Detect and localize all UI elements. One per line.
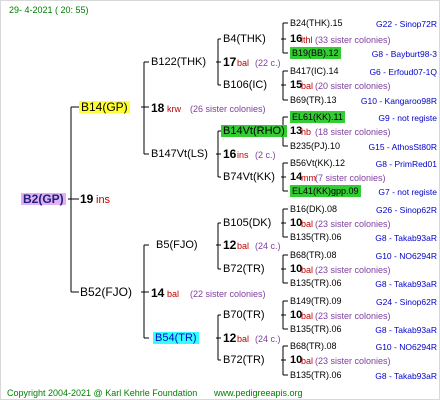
queen-root[interactable]: B2(GP) [21, 193, 66, 205]
gen4-b4[interactable]: B4(THK) [223, 33, 266, 45]
gen3-b54[interactable]: B54(TR) [153, 332, 199, 344]
gen4-b105[interactable]: B105(DK) [223, 217, 271, 229]
gen5-id[interactable]: G8 - PrimRed01 [376, 158, 437, 170]
gen5-id[interactable]: G10 - NO6294R [376, 250, 437, 262]
gen5-id[interactable]: G9 - not registe [378, 112, 437, 124]
gen5-queen[interactable]: B135(TR).06 [290, 323, 342, 335]
pedigree-frame: 29- 4-2021 ( 20: 55) B2(GP) 19 ins B14(G… [0, 0, 440, 400]
gen4g-breeder: bal [301, 311, 314, 321]
gen4-b70[interactable]: B70(TR) [223, 309, 265, 321]
gen3a-year: 17 [223, 55, 237, 69]
root-year: 19 [80, 192, 94, 206]
gen4b-breeder: bal [301, 81, 314, 91]
gen5-id[interactable]: G8 - Takab93aR [375, 232, 437, 244]
gen5-queen[interactable]: B68(TR).08 [290, 249, 337, 261]
gen4c-sisters: (18 sister colonies) [315, 127, 391, 137]
gen5-queen[interactable]: EL61(KK).11 [290, 111, 345, 123]
gen4c-breeder: hb [301, 127, 312, 137]
gen3d-year: 12 [223, 331, 237, 345]
gen4e-breeder: bal [301, 219, 314, 229]
gen4d-breeder: mm [301, 173, 316, 183]
gen4f-breeder: bal [301, 265, 314, 275]
gen4-b14vt[interactable]: B14Vt(RHO) [221, 125, 287, 137]
gen5-id[interactable]: G8 - Bayburt98-3 [372, 48, 437, 60]
root-breeder: ins [96, 194, 111, 206]
gen4d-sisters: (7 sister colonies) [315, 173, 386, 183]
gen4g-sisters: (23 sister colonies) [315, 311, 391, 321]
gen5-id[interactable]: G8 - Takab93aR [375, 278, 437, 290]
gen5-queen[interactable]: B235(PJ).10 [290, 140, 340, 152]
footer-copyright: Copyright 2004-2021 @ Karl Kehrle Founda… [7, 388, 198, 398]
gen2-mother-queen[interactable]: B52(FJO) [80, 286, 132, 298]
header-date: 29- 4-2021 ( 20: 55) [9, 5, 89, 15]
gen4-b106[interactable]: B106(IC) [223, 79, 267, 91]
gen3d-sisters: (24 c.) [255, 334, 281, 344]
gen3-b122[interactable]: B122(THK) [151, 56, 206, 68]
gen4-b74vt[interactable]: B74Vt(KK) [223, 171, 275, 183]
gen3b-breeder: ins [237, 150, 249, 160]
gen5-queen[interactable]: B69(TR).13 [290, 94, 337, 106]
gen3-b5[interactable]: B5(FJO) [156, 239, 198, 251]
gen5-id[interactable]: G8 - Takab93aR [375, 324, 437, 336]
gen5-id[interactable]: G10 - NO6294R [376, 341, 437, 353]
pedigree-lines [68, 22, 288, 376]
gen2a-sisters: (26 sister colonies) [190, 104, 266, 114]
gen3a-sisters: (22 c.) [255, 58, 281, 68]
gen5-id[interactable]: G7 - not registe [378, 186, 437, 198]
gen3c-breeder: bal [237, 241, 250, 251]
gen5-queen[interactable]: B149(TR).09 [290, 295, 342, 307]
gen4a-sisters: (33 sister colonies) [315, 35, 391, 45]
gen5-queen[interactable]: B135(TR).06 [290, 231, 342, 243]
gen3b-year: 16 [223, 147, 237, 161]
gen2b-sisters: (22 sister colonies) [190, 289, 266, 299]
gen5-id[interactable]: G26 - Sinop62R [376, 204, 437, 216]
gen4e-sisters: (23 sister colonies) [315, 219, 391, 229]
gen5-queen[interactable]: B24(THK).15 [290, 17, 343, 29]
gen5-id[interactable]: G22 - Sinop72R [376, 18, 437, 30]
gen5-queen[interactable]: B16(DK).08 [290, 203, 337, 215]
gen5-queen[interactable]: B19(BB).12 [290, 47, 341, 59]
gen2-father-queen[interactable]: B14(GP) [79, 101, 130, 113]
gen5-id[interactable]: G8 - Takab93aR [375, 370, 437, 382]
gen5-queen[interactable]: B135(TR).06 [290, 277, 342, 289]
gen2a-year: 18 [151, 101, 165, 115]
gen4-b72b[interactable]: B72(TR) [223, 354, 265, 366]
gen4-b72a[interactable]: B72(TR) [223, 263, 265, 275]
gen3b-sisters: (2 c.) [255, 150, 276, 160]
gen3c-sisters: (24 c.) [255, 241, 281, 251]
gen3c-year: 12 [223, 238, 237, 252]
gen4h-sisters: (23 sister colonies) [315, 356, 391, 366]
gen5-id[interactable]: G6 - Erfoud07-1Q [369, 66, 437, 78]
gen5-id[interactable]: G15 - AthosSt80R [368, 141, 437, 153]
gen2b-year: 14 [151, 286, 165, 300]
gen5-queen[interactable]: EL41(KK)gpp.09 [290, 185, 361, 197]
gen3d-breeder: bal [237, 334, 250, 344]
gen5-queen[interactable]: B417(IC).14 [290, 65, 339, 77]
footer-website[interactable]: www.pedigreeapis.org [214, 387, 303, 399]
gen5-queen[interactable]: B135(TR).06 [290, 369, 342, 381]
gen4f-sisters: (23 sister colonies) [315, 265, 391, 275]
gen5-id[interactable]: G10 - Kangaroo98R [361, 95, 437, 107]
gen5-id[interactable]: G24 - Sinop62R [376, 296, 437, 308]
gen2b-breeder: bal [167, 289, 180, 299]
gen5-queen[interactable]: B68(TR).08 [290, 340, 337, 352]
gen4h-breeder: bal [301, 356, 314, 366]
gen2a-breeder: krw [167, 104, 181, 114]
gen4a-breeder: lthl [301, 35, 313, 45]
gen3a-breeder: bal [237, 58, 250, 68]
gen5-queen[interactable]: B56Vt(KK).12 [290, 157, 345, 169]
gen3-b147[interactable]: B147Vt(LS) [151, 148, 208, 160]
gen4b-sisters: (20 sister colonies) [315, 81, 391, 91]
